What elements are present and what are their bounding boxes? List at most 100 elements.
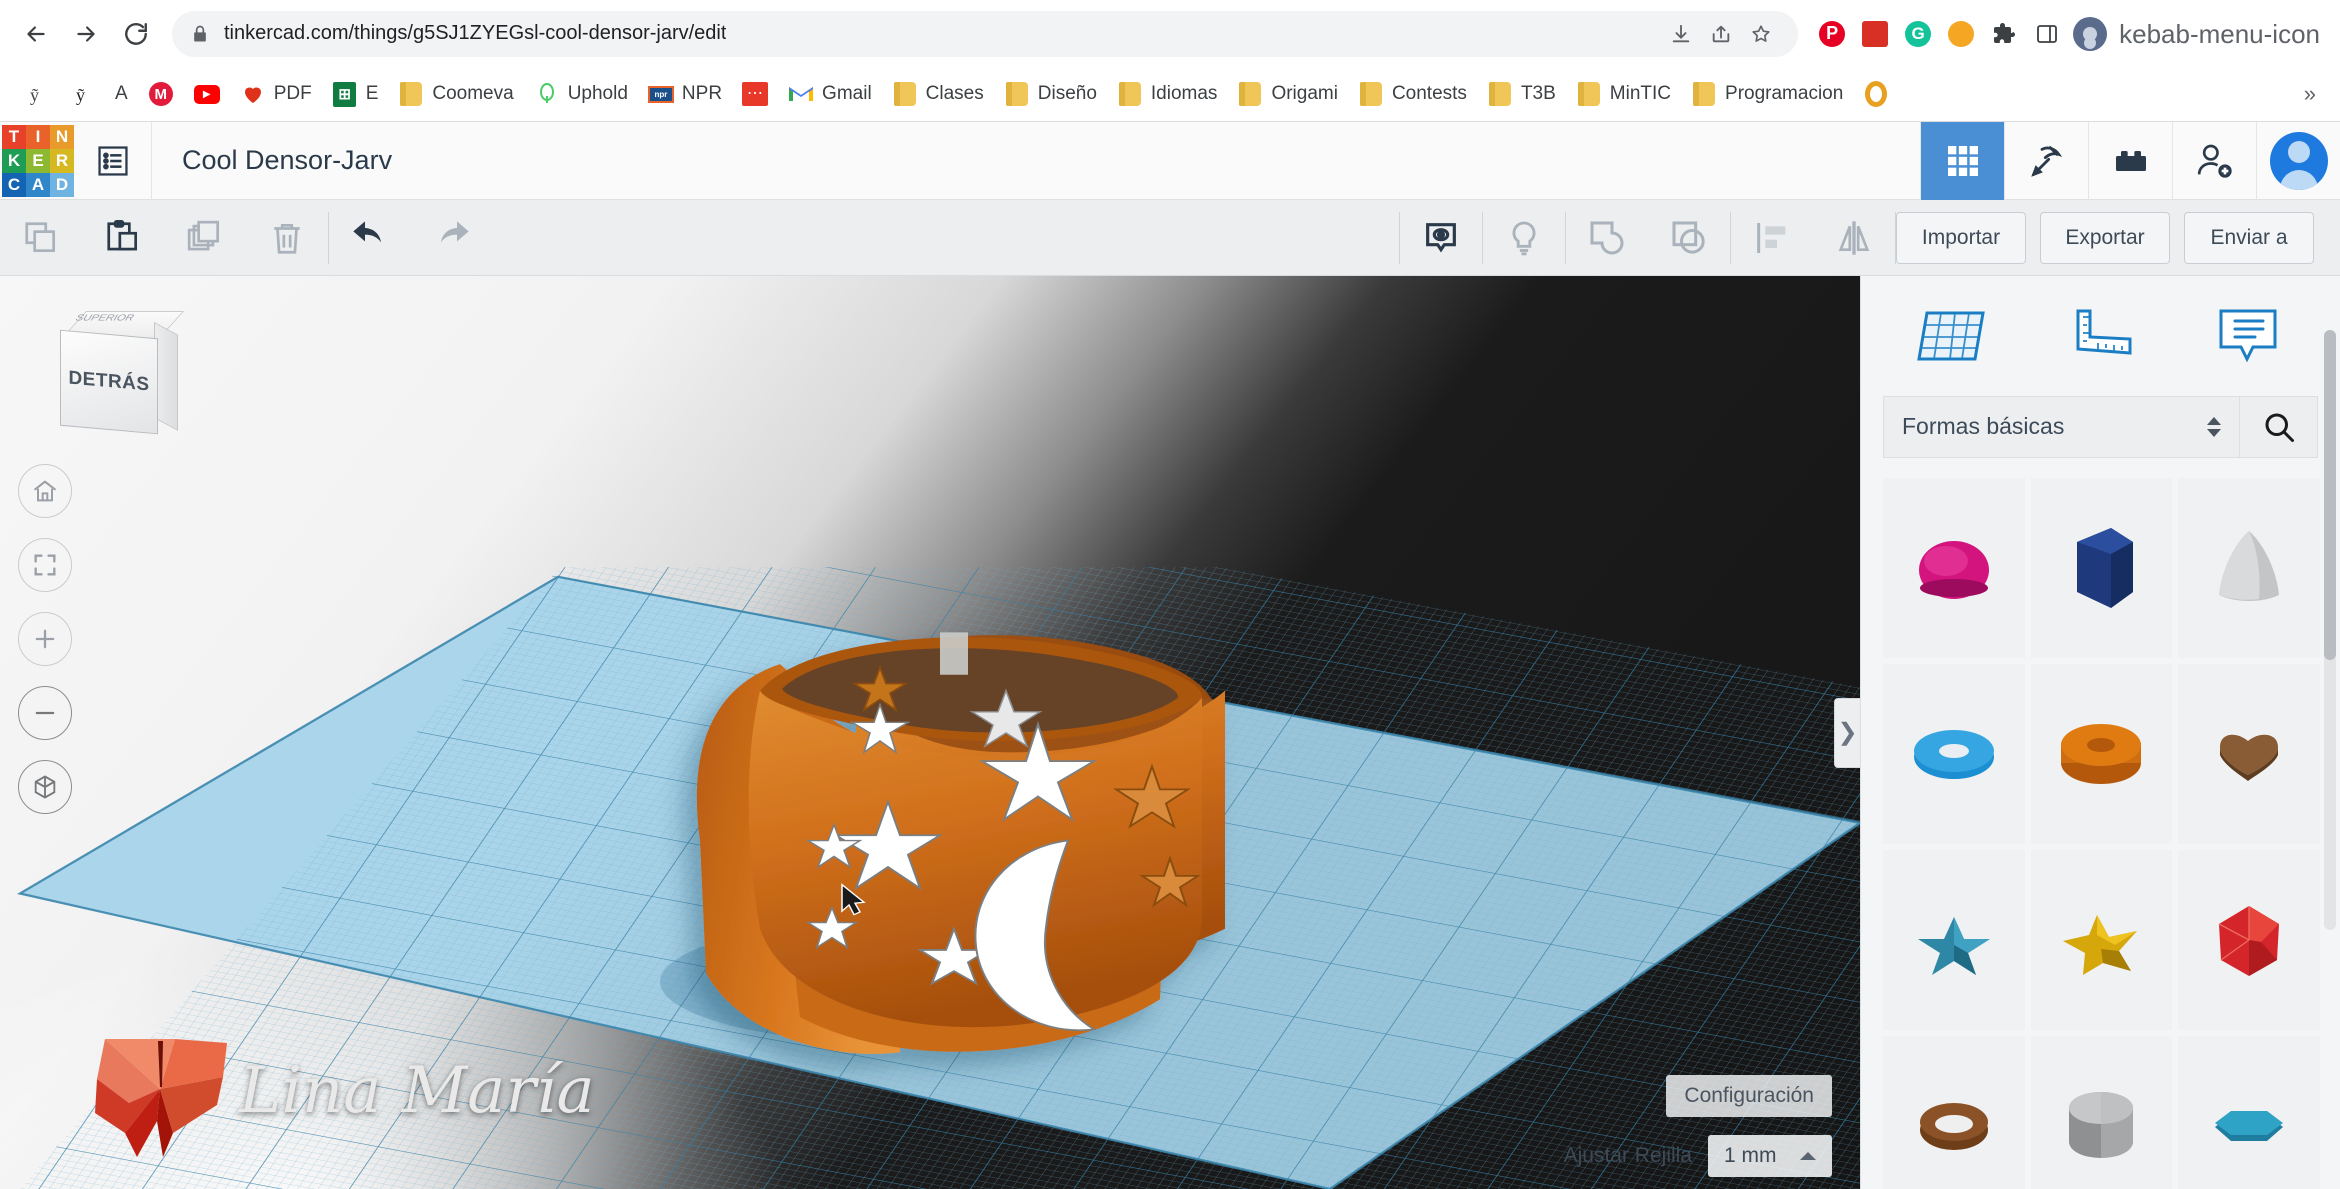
- export-button[interactable]: Exportar: [2040, 211, 2170, 264]
- shape-gem-blue[interactable]: [2178, 1035, 2320, 1189]
- shape-sphere[interactable]: [1883, 477, 2025, 658]
- shape-ring-brown[interactable]: [1883, 1035, 2025, 1189]
- 3d-canvas[interactable]: SUPERIOR DETRÁS Lina María Configuración…: [0, 276, 1860, 1189]
- orthographic-view-icon[interactable]: [18, 760, 72, 814]
- grammarly-extension-icon[interactable]: G: [1898, 14, 1938, 54]
- paste-icon[interactable]: [82, 200, 164, 276]
- tinkercad-app: T I N K E R C A D Cool Densor-Jarv Impor…: [0, 121, 2340, 1189]
- bookmark-item[interactable]: ỹ: [14, 75, 58, 113]
- shape-heart[interactable]: [2178, 663, 2320, 844]
- shape-rounded-cylinder[interactable]: [2030, 1035, 2173, 1189]
- ungroup-shapes-icon[interactable]: [1648, 200, 1730, 276]
- view-cube[interactable]: SUPERIOR DETRÁS: [44, 304, 185, 435]
- copy-icon[interactable]: [0, 200, 82, 276]
- folder-icon: [398, 81, 424, 107]
- download-icon[interactable]: [1662, 15, 1700, 53]
- bookmark-item[interactable]: Programacion: [1682, 75, 1852, 113]
- send-to-button[interactable]: Enviar a: [2184, 211, 2314, 264]
- redo-icon[interactable]: [411, 200, 493, 276]
- uphold-icon: [534, 81, 560, 107]
- bookmark-item[interactable]: Clases: [883, 75, 993, 113]
- folder-icon: [1487, 81, 1513, 107]
- show-hide-eye-icon[interactable]: [1400, 200, 1482, 276]
- bookmark-item[interactable]: Contests: [1349, 75, 1476, 113]
- sidepanel-icon[interactable]: [2027, 14, 2067, 54]
- shape-star-teal[interactable]: [1883, 849, 2025, 1030]
- bookmark-star-icon[interactable]: [1742, 15, 1780, 53]
- shape-tube-orange[interactable]: [2030, 663, 2173, 844]
- bookmark-item[interactable]: npr NPR: [639, 75, 731, 113]
- home-view-icon[interactable]: [18, 464, 72, 518]
- kebab-menu-icon[interactable]: kebab-menu-icon: [2113, 21, 2326, 47]
- browser-profile-avatar[interactable]: [2070, 14, 2110, 54]
- back-button[interactable]: [14, 12, 58, 56]
- zoom-out-icon[interactable]: [18, 686, 72, 740]
- fit-to-view-icon[interactable]: [18, 538, 72, 592]
- reload-button[interactable]: [114, 12, 158, 56]
- bookmark-item[interactable]: Coomeva: [389, 75, 522, 113]
- note-icon[interactable]: [2203, 291, 2293, 381]
- bookmark-item[interactable]: Uphold: [525, 75, 637, 113]
- pickaxe-icon[interactable]: [2004, 121, 2088, 200]
- panel-collapse-handle[interactable]: ❯: [1834, 697, 1860, 768]
- panel-scrollbar[interactable]: [2324, 330, 2336, 930]
- puzzle-extensions-icon[interactable]: [1984, 14, 2024, 54]
- bookmark-item[interactable]: T3B: [1478, 75, 1565, 113]
- view-cube-front-face[interactable]: DETRÁS: [60, 329, 158, 435]
- undo-icon[interactable]: [329, 200, 411, 276]
- bookmark-item[interactable]: PDF: [231, 75, 321, 113]
- grid-blocks-icon[interactable]: [1920, 121, 2004, 200]
- project-list-button[interactable]: [74, 121, 152, 200]
- brick-icon[interactable]: [2088, 121, 2172, 200]
- zoom-in-icon[interactable]: [18, 612, 72, 666]
- ruler-icon[interactable]: [2055, 291, 2145, 381]
- workplane-icon[interactable]: [1908, 291, 1998, 381]
- bookmark-item[interactable]: Diseño: [995, 75, 1106, 113]
- bookmark-item[interactable]: [1854, 75, 1898, 113]
- search-icon[interactable]: [2240, 395, 2318, 458]
- shape-torus-blue[interactable]: [1883, 663, 2025, 844]
- pinterest-extension-icon[interactable]: P: [1812, 14, 1852, 54]
- import-button[interactable]: Importar: [1896, 211, 2026, 264]
- bookmark-label: E: [365, 83, 379, 104]
- logo-letter: E: [26, 148, 50, 173]
- panel-tabs: [1861, 276, 2340, 396]
- bookmark-item[interactable]: ⊞ E: [323, 75, 388, 113]
- clock-extension-icon[interactable]: [1941, 14, 1981, 54]
- bookmark-item[interactable]: Gmail: [779, 75, 881, 113]
- bookmark-item[interactable]: ▶: [185, 75, 229, 113]
- shape-category-select[interactable]: Formas básicas: [1883, 395, 2240, 458]
- folder-icon: [892, 81, 918, 107]
- share-icon[interactable]: [1702, 15, 1740, 53]
- shape-cone[interactable]: [2178, 477, 2320, 658]
- bookmark-item[interactable]: MinTIC: [1567, 75, 1680, 113]
- duplicate-icon[interactable]: [164, 200, 246, 276]
- bookmark-item[interactable]: Idiomas: [1108, 75, 1227, 113]
- mirror-icon[interactable]: [1813, 200, 1895, 276]
- shape-box[interactable]: [2030, 477, 2173, 658]
- lightbulb-note-icon[interactable]: [1483, 200, 1565, 276]
- bookmark-label: Clases: [925, 83, 984, 104]
- add-person-icon[interactable]: [2172, 121, 2256, 200]
- bookmark-item[interactable]: M: [139, 75, 183, 113]
- bookmark-item[interactable]: A: [106, 77, 137, 111]
- bookmarks-overflow-button[interactable]: »: [2294, 81, 2326, 107]
- forward-button[interactable]: [64, 12, 108, 56]
- address-bar[interactable]: tinkercad.com/things/g5SJ1ZYEGsl-cool-de…: [172, 10, 1799, 57]
- red-card-extension-icon[interactable]: [1855, 14, 1895, 54]
- group-shapes-icon[interactable]: [1566, 200, 1648, 276]
- bookmark-item[interactable]: ⋯: [733, 75, 777, 113]
- shape-star-yellow[interactable]: [2030, 849, 2173, 1030]
- grid-snap-label: Ajustar Rejilla: [1563, 1144, 1692, 1167]
- tinkercad-logo[interactable]: T I N K E R C A D: [2, 124, 74, 197]
- page-title[interactable]: Cool Densor-Jarv: [182, 145, 392, 176]
- align-icon[interactable]: [1731, 200, 1813, 276]
- settings-button[interactable]: Configuración: [1666, 1075, 1832, 1117]
- delete-trash-icon[interactable]: [246, 200, 328, 276]
- bookmark-item[interactable]: ỹ: [60, 75, 104, 113]
- history-tools: [329, 200, 493, 276]
- grid-snap-select[interactable]: 1 mm: [1708, 1135, 1832, 1177]
- avatar[interactable]: [2256, 121, 2340, 200]
- bookmark-item[interactable]: Origami: [1228, 75, 1347, 113]
- shape-polygon-red[interactable]: [2178, 849, 2320, 1030]
